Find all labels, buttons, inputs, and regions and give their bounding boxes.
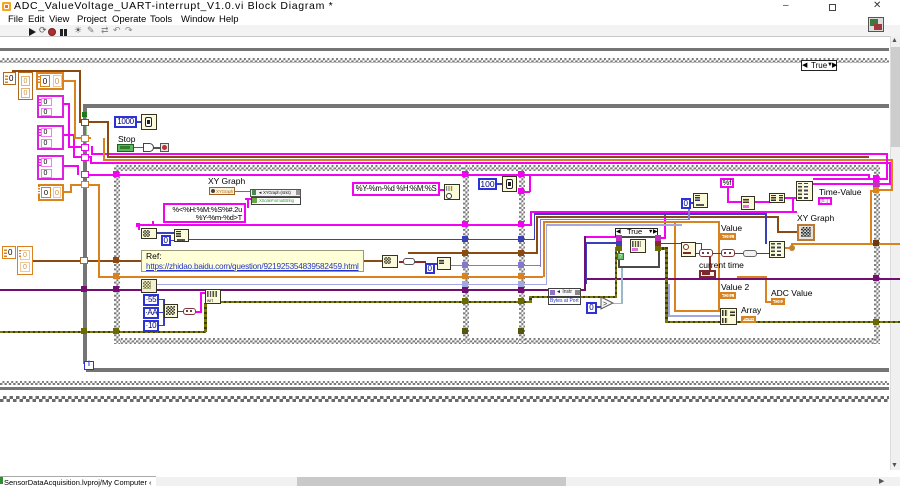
- svg-text:>: >: [603, 301, 607, 308]
